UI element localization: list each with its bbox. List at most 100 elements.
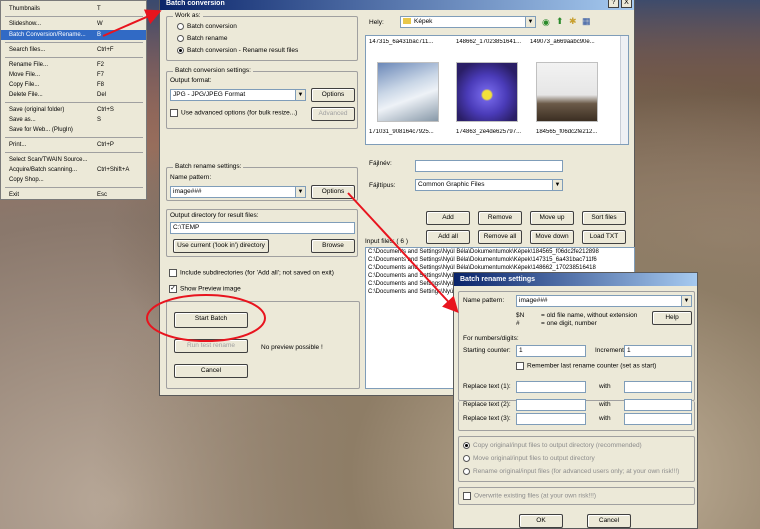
rename-name-pattern-select[interactable]: image### ▼ xyxy=(516,295,692,307)
menu-item-delete-file[interactable]: Delete File... Del xyxy=(1,90,146,100)
checkbox-icon xyxy=(463,492,471,500)
menu-item-save-for-web[interactable]: Save for Web... (PlugIn) xyxy=(1,125,146,135)
starting-counter-input[interactable]: 1 xyxy=(516,345,586,357)
file-context-menu: Thumbnails T Slideshow... W Batch Conversi… xyxy=(0,0,147,200)
up-folder-icon[interactable]: ⬆ xyxy=(556,16,564,27)
radio-icon xyxy=(463,454,470,462)
thumbnail-name[interactable]: 147315_6a431bac711... xyxy=(369,39,449,45)
list-item[interactable]: C:\Documents and Settings\Nyúl Béla\Doku… xyxy=(368,265,596,271)
legend-hash-key: # xyxy=(516,320,520,327)
list-item[interactable]: C:\Documents and Settings\Nyúl Béla\Doku… xyxy=(368,257,597,263)
remove-button[interactable]: Remove xyxy=(478,211,522,225)
output-directory-input[interactable]: C:\TEMP xyxy=(170,222,355,234)
menu-item-slideshow[interactable]: Slideshow... W xyxy=(1,19,146,29)
rename-name-pattern-label: Name pattern: xyxy=(463,297,505,304)
name-pattern-select[interactable]: image### ▼ xyxy=(170,186,306,198)
advanced-options-checkbox[interactable]: Use advanced options (for bulk resize...… xyxy=(170,109,297,117)
menu-separator xyxy=(5,137,143,138)
filename-input[interactable] xyxy=(415,160,563,172)
thumbnail-name[interactable]: 174863_2e4de625797... xyxy=(456,129,536,135)
menu-item-exit[interactable]: Exit Esc xyxy=(1,190,146,200)
start-batch-button[interactable]: Start Batch xyxy=(174,312,248,328)
rename-options-button[interactable]: Options xyxy=(311,185,355,199)
thumbnails-scrollbar[interactable] xyxy=(620,36,628,144)
legend-hash-desc: = one digit, number xyxy=(541,320,597,327)
replace-text-1-input[interactable] xyxy=(516,381,586,393)
sort-files-button[interactable]: Sort files xyxy=(582,211,626,225)
replace-text-3-input[interactable] xyxy=(516,413,586,425)
move-files-radio[interactable]: Move original/input files to output dire… xyxy=(463,454,595,464)
batch-rename-settings-dialog: Batch rename settings Name pattern: imag… xyxy=(453,272,698,529)
thumbnail-image-snowy-trees[interactable] xyxy=(377,62,439,122)
menu-separator xyxy=(5,42,143,43)
file-thumbnails-view[interactable]: 147315_6a431bac711... 148662_17023851641… xyxy=(365,35,629,145)
show-preview-checkbox[interactable]: ✓ Show Preview image xyxy=(169,285,241,293)
browse-button[interactable]: Browse xyxy=(311,239,355,253)
run-test-rename-button[interactable]: Run test rename xyxy=(174,339,248,353)
view-menu-icon[interactable]: ▦ xyxy=(582,16,591,27)
replace-with-2-input[interactable] xyxy=(624,399,692,411)
menu-item-save-as[interactable]: Save as... S xyxy=(1,115,146,125)
replace-with-3-input[interactable] xyxy=(624,413,692,425)
ok-button[interactable]: OK xyxy=(519,514,563,528)
use-current-directory-button[interactable]: Use current ('look in') directory xyxy=(173,239,269,253)
mode-batch-rename-radio[interactable]: Batch rename xyxy=(177,34,227,44)
replace-text-2-input[interactable] xyxy=(516,399,586,411)
move-down-button[interactable]: Move down xyxy=(530,230,574,244)
remove-all-button[interactable]: Remove all xyxy=(478,230,522,244)
rename-cancel-button[interactable]: Cancel xyxy=(587,514,631,528)
increment-input[interactable]: 1 xyxy=(624,345,692,357)
filetype-label: Fájltípus: xyxy=(369,182,396,189)
help-button[interactable]: Help xyxy=(652,311,692,325)
menu-item-select-scan-source[interactable]: Select Scan/TWAIN Source... xyxy=(1,155,146,165)
input-files-label: Input files: ( 6 ) xyxy=(365,238,408,245)
batch-dialog-title: Batch conversion xyxy=(160,0,634,10)
menu-item-copy-shop[interactable]: Copy Shop... xyxy=(1,175,146,185)
menu-item-rename-file[interactable]: Rename File... F2 xyxy=(1,60,146,70)
mode-batch-conversion-radio[interactable]: Batch conversion xyxy=(177,22,237,32)
output-format-select[interactable]: JPG - JPG/JPEG Format ▼ xyxy=(170,89,306,101)
filetype-select[interactable]: Common Graphic Files ▼ xyxy=(415,179,563,191)
menu-item-save[interactable]: Save (original folder) Ctrl+S xyxy=(1,105,146,115)
menu-item-copy-file[interactable]: Copy File... F8 xyxy=(1,80,146,90)
format-options-button[interactable]: Options xyxy=(311,88,355,102)
list-item[interactable]: C:\Documents and Settings\Nyúl Béla\Doku… xyxy=(368,249,599,255)
checkbox-icon xyxy=(169,269,177,277)
back-icon[interactable]: ◉ xyxy=(542,17,550,28)
rename-files-radio[interactable]: Rename original/input files (for advance… xyxy=(463,467,679,477)
menu-item-batch-conversion[interactable]: Batch Conversion/Rename... B xyxy=(1,30,146,40)
overwrite-checkbox[interactable]: Overwrite existing files (at your own ri… xyxy=(463,492,596,500)
remember-counter-checkbox[interactable]: Remember last rename counter (set as sta… xyxy=(516,362,656,370)
thumbnail-name[interactable]: 149073_a669aabc90e... xyxy=(530,39,610,45)
look-in-select[interactable]: Képek ▼ xyxy=(400,16,536,28)
thumbnail-name[interactable]: 171031_908164c7925... xyxy=(369,129,449,135)
menu-separator xyxy=(5,152,143,153)
menu-item-acquire-batch-scanning[interactable]: Acquire/Batch scanning... Ctrl+Shift+A xyxy=(1,165,146,175)
menu-item-thumbnails[interactable]: Thumbnails T xyxy=(1,4,146,14)
thumbnail-image-purple-flower[interactable] xyxy=(456,62,518,122)
menu-item-move-file[interactable]: Move File... F7 xyxy=(1,70,146,80)
move-up-button[interactable]: Move up xyxy=(530,211,574,225)
new-folder-icon[interactable]: ✱ xyxy=(569,16,577,27)
thumbnail-name[interactable]: 184565_f06dc2fe212... xyxy=(536,129,616,135)
close-title-button[interactable]: X xyxy=(621,0,632,8)
menu-item-print[interactable]: Print... Ctrl+P xyxy=(1,140,146,150)
menu-item-search-files[interactable]: Search files... Ctrl+F xyxy=(1,45,146,55)
copy-files-radio[interactable]: Copy original/input files to output dire… xyxy=(463,441,642,451)
checkbox-icon xyxy=(516,362,524,370)
cancel-button[interactable]: Cancel xyxy=(174,364,248,378)
load-txt-button[interactable]: Load TXT xyxy=(582,230,626,244)
menu-separator xyxy=(5,16,143,17)
work-as-label: Work as: xyxy=(173,12,203,19)
checkbox-icon xyxy=(170,109,178,117)
mode-conversion-rename-radio[interactable]: Batch conversion - Rename result files xyxy=(177,46,298,56)
add-all-button[interactable]: Add all xyxy=(426,230,470,244)
advanced-button[interactable]: Advanced xyxy=(311,107,355,121)
replace-with-1-input[interactable] xyxy=(624,381,692,393)
radio-icon xyxy=(177,22,184,30)
thumbnail-image-boat[interactable] xyxy=(536,62,598,122)
include-subdirectories-checkbox[interactable]: Include subdirectories (for 'Add all'; n… xyxy=(169,269,334,277)
help-title-button[interactable]: ? xyxy=(608,0,619,8)
add-button[interactable]: Add xyxy=(426,211,470,225)
thumbnail-name[interactable]: 148662_17023851641... xyxy=(456,39,536,45)
